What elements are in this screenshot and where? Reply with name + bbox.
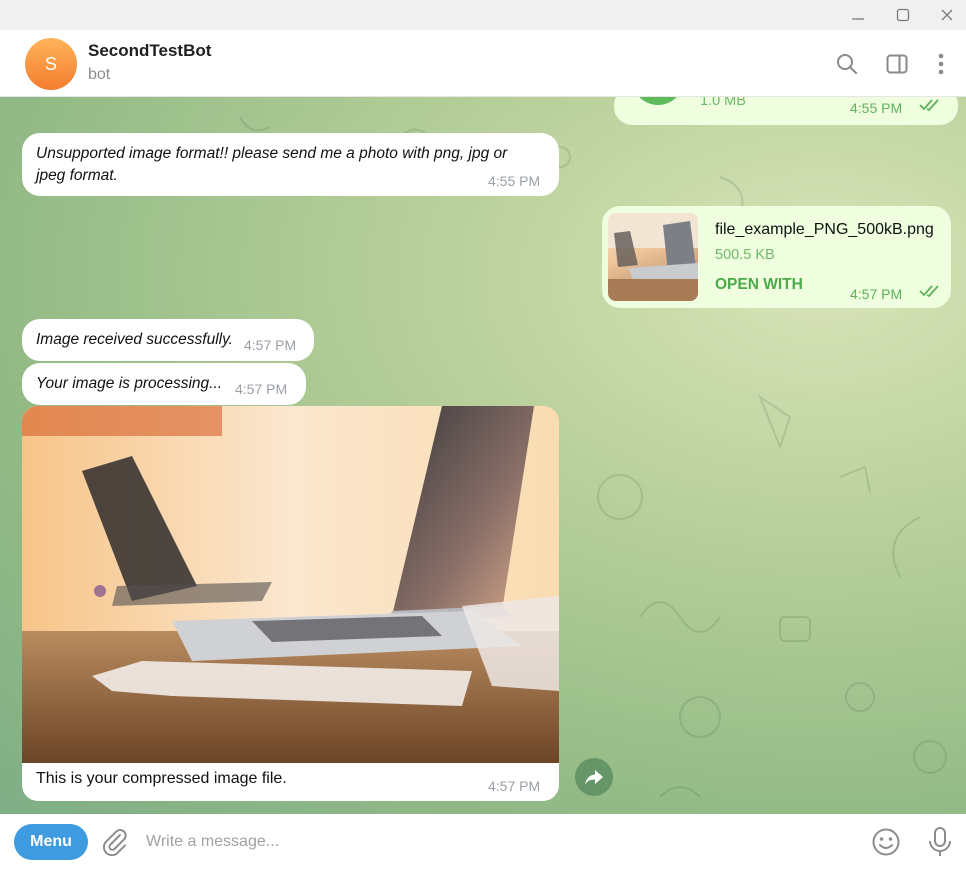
message-time: 4:57 PM bbox=[244, 337, 297, 353]
chat-header: S SecondTestBot bot bbox=[0, 30, 966, 97]
avatar[interactable]: S bbox=[25, 38, 77, 90]
message-text: Your image is processing... bbox=[36, 375, 223, 392]
outgoing-file-message[interactable]: 1.0 MB 4:55 PM bbox=[614, 97, 958, 125]
photo-caption: This is your compressed image file. bbox=[36, 770, 287, 787]
paperclip-icon bbox=[102, 829, 127, 857]
file-thumbnail[interactable] bbox=[608, 213, 698, 301]
voice-button[interactable] bbox=[926, 826, 954, 858]
sidebar-toggle-button[interactable] bbox=[883, 50, 911, 78]
message-composer: Menu bbox=[0, 814, 966, 871]
file-name: file_example_PNG_500kB.png bbox=[715, 221, 934, 238]
open-with-button[interactable]: OPEN WITH bbox=[715, 276, 803, 294]
message-time: 4:55 PM bbox=[850, 100, 903, 116]
forward-button[interactable] bbox=[575, 758, 613, 796]
message-time: 4:55 PM bbox=[488, 173, 541, 189]
chat-title[interactable]: SecondTestBot bbox=[88, 41, 211, 61]
file-icon bbox=[632, 97, 684, 105]
outgoing-file-message[interactable]: file_example_PNG_500kB.png 500.5 KB OPEN… bbox=[602, 206, 951, 308]
maximize-button[interactable] bbox=[881, 0, 925, 30]
file-size: 1.0 MB bbox=[700, 97, 746, 109]
close-button[interactable] bbox=[925, 0, 966, 30]
sidebar-toggle-icon bbox=[886, 54, 908, 74]
message-text: Image received successfully. bbox=[36, 331, 233, 348]
search-button[interactable] bbox=[833, 50, 861, 78]
message-time: 4:57 PM bbox=[850, 286, 903, 302]
chat-area[interactable]: 1.0 MB 4:55 PM Unsupported image format!… bbox=[0, 97, 966, 814]
minimize-icon bbox=[852, 18, 864, 20]
chat-subtitle: bot bbox=[88, 66, 111, 83]
incoming-photo-message[interactable]: This is your compressed image file. 4:57… bbox=[22, 406, 559, 801]
emoji-icon bbox=[872, 828, 900, 856]
more-button[interactable] bbox=[927, 50, 955, 78]
microphone-icon bbox=[929, 827, 951, 856]
minimize-button[interactable] bbox=[836, 0, 880, 30]
menu-button[interactable]: Menu bbox=[14, 824, 88, 860]
attach-button[interactable] bbox=[100, 827, 130, 857]
search-icon bbox=[837, 54, 857, 74]
file-size: 500.5 KB bbox=[715, 247, 775, 263]
message-time: 4:57 PM bbox=[235, 381, 288, 397]
message-input[interactable] bbox=[146, 826, 846, 858]
emoji-button[interactable] bbox=[870, 826, 902, 858]
incoming-message[interactable]: Image received successfully. 4:57 PM bbox=[22, 319, 314, 361]
incoming-message[interactable]: Unsupported image format!! please send m… bbox=[22, 133, 559, 196]
double-check-icon bbox=[919, 98, 941, 115]
double-check-icon bbox=[919, 284, 941, 301]
message-text: Unsupported image format!! please send m… bbox=[36, 145, 508, 184]
message-time: 4:57 PM bbox=[488, 778, 541, 794]
photo-image[interactable] bbox=[22, 406, 559, 763]
avatar-letter: S bbox=[44, 53, 57, 74]
incoming-message[interactable]: Your image is processing... 4:57 PM bbox=[22, 363, 306, 405]
window-titlebar bbox=[0, 0, 966, 30]
more-icon bbox=[938, 53, 944, 75]
close-icon bbox=[941, 9, 953, 21]
maximize-icon bbox=[896, 8, 910, 22]
forward-icon bbox=[585, 770, 603, 785]
